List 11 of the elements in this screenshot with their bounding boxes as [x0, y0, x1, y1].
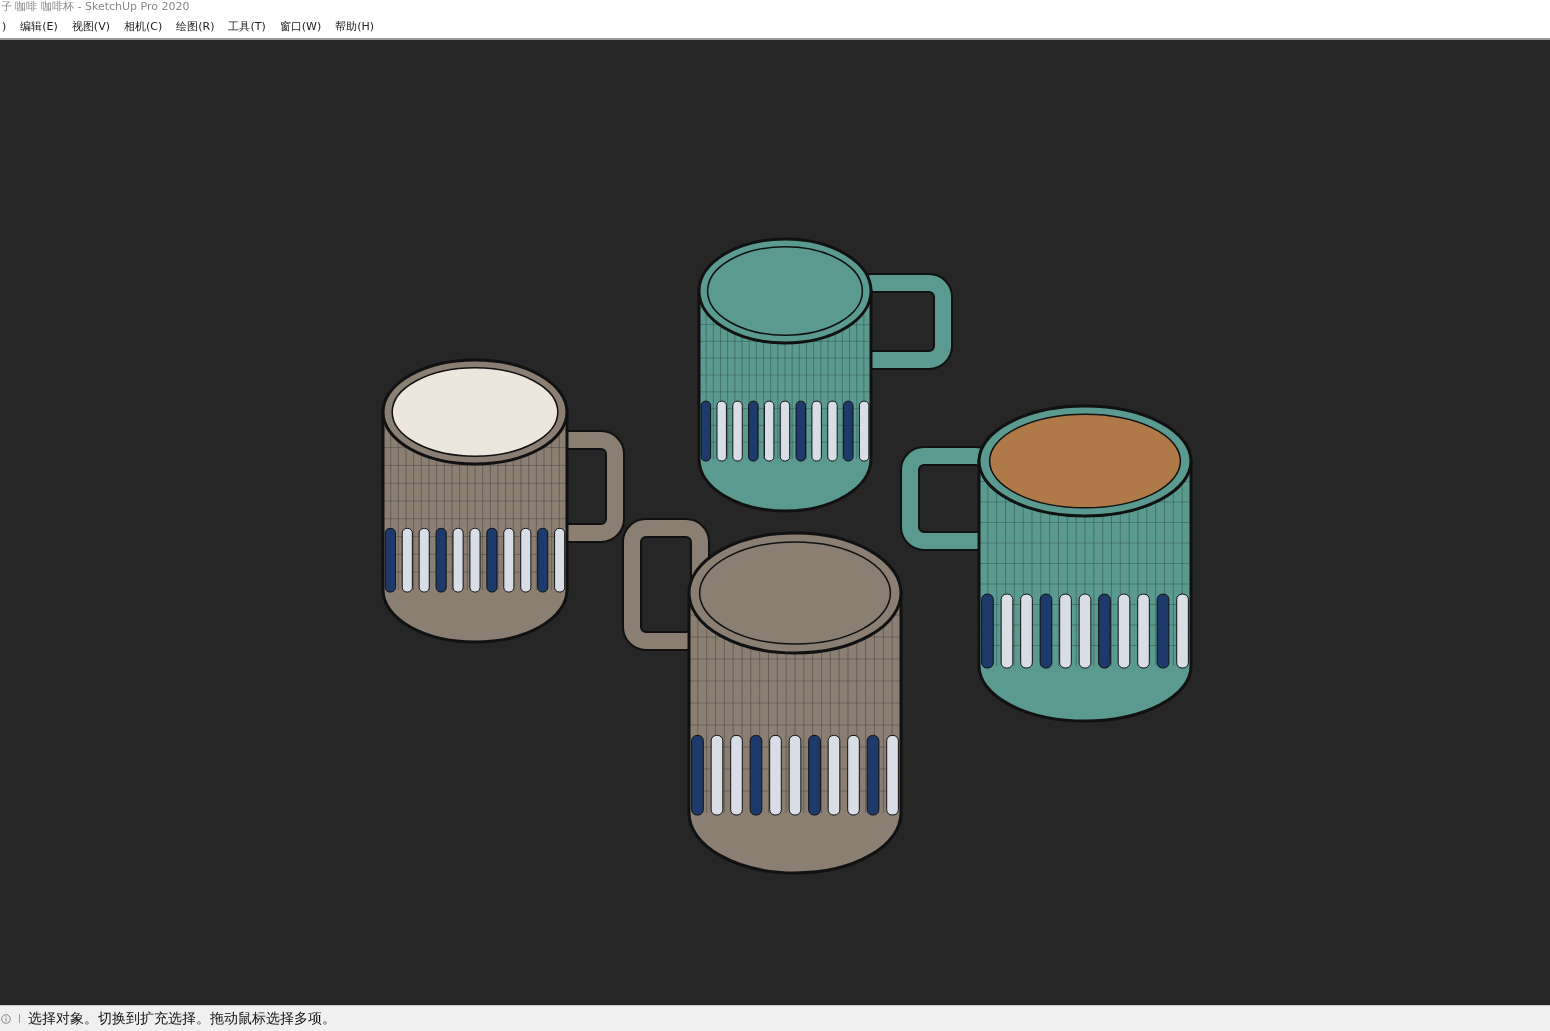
window-title: 子 咖啡 咖啡杯 - SketchUp Pro 2020 [1, 0, 190, 14]
menu-item[interactable]: 帮助(H) [334, 18, 376, 34]
menu-item[interactable]: 窗口(W) [278, 18, 323, 34]
menu-item[interactable]: 编辑(E) [19, 18, 59, 34]
menu-item[interactable]: 工具(T) [227, 18, 267, 34]
menu-item[interactable]: 相机(C) [122, 18, 164, 34]
menu-item[interactable]: 视图(V) [70, 18, 111, 34]
info-icon [1, 1013, 11, 1024]
menu-item[interactable]: 绘图(R) [175, 18, 216, 34]
menu-item[interactable]: ) [1, 19, 8, 33]
status-message: 选择对象。切换到扩充选择。拖动鼠标选择多项。 [28, 1009, 336, 1028]
